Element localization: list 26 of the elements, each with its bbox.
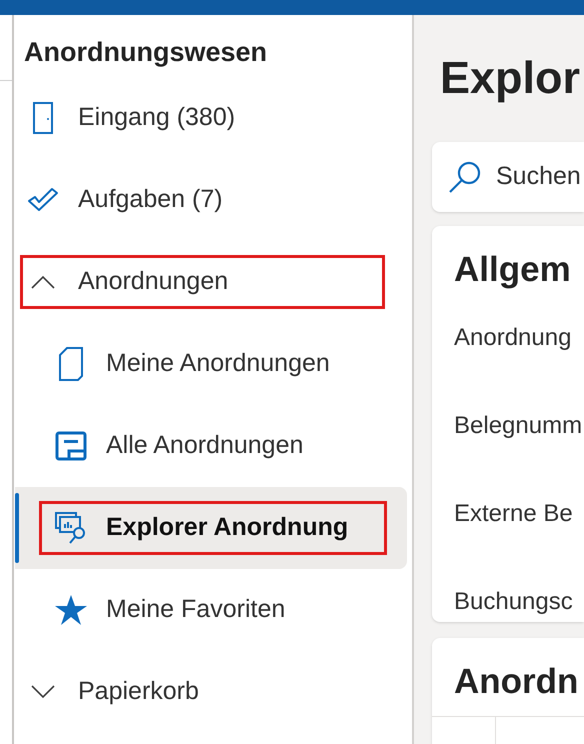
nav-group-header[interactable]: Anordnungen	[15, 241, 407, 323]
field-label: Belegnumm	[454, 411, 584, 441]
field-label: Anordnung	[454, 323, 572, 353]
page-icon	[59, 347, 83, 381]
chevron-down-icon	[31, 685, 55, 699]
nav-item[interactable]: Alle Anordnungen	[15, 405, 407, 487]
chevron-up-icon	[31, 275, 55, 289]
search-field[interactable]: Suchen	[432, 142, 584, 212]
checkmark-icon	[27, 187, 59, 213]
star-icon	[55, 595, 87, 625]
door-icon	[33, 102, 53, 134]
nav-item[interactable]: Eingang (380)	[15, 77, 407, 159]
search-icon	[448, 160, 482, 194]
nav-group-header[interactable]: Papierkorb	[15, 651, 407, 733]
chart-search-icon	[55, 512, 87, 544]
nav-item[interactable]: Meine Favoriten	[15, 569, 407, 651]
section-heading: Allgem	[454, 249, 572, 286]
nav-item[interactable]: Aufgaben (7)	[15, 159, 407, 241]
form-icon	[55, 431, 87, 461]
field-label: Externe Be	[454, 499, 574, 529]
field-label: Buchungsc	[454, 587, 574, 617]
page-title: Explor	[439, 51, 582, 105]
section-heading: Anordn	[453, 661, 580, 698]
nav-item[interactable]: Explorer Anordnung	[15, 487, 407, 569]
nav-item[interactable]: Meine Anordnungen	[15, 323, 407, 405]
app-title: Anordnungswesen	[23, 36, 268, 69]
